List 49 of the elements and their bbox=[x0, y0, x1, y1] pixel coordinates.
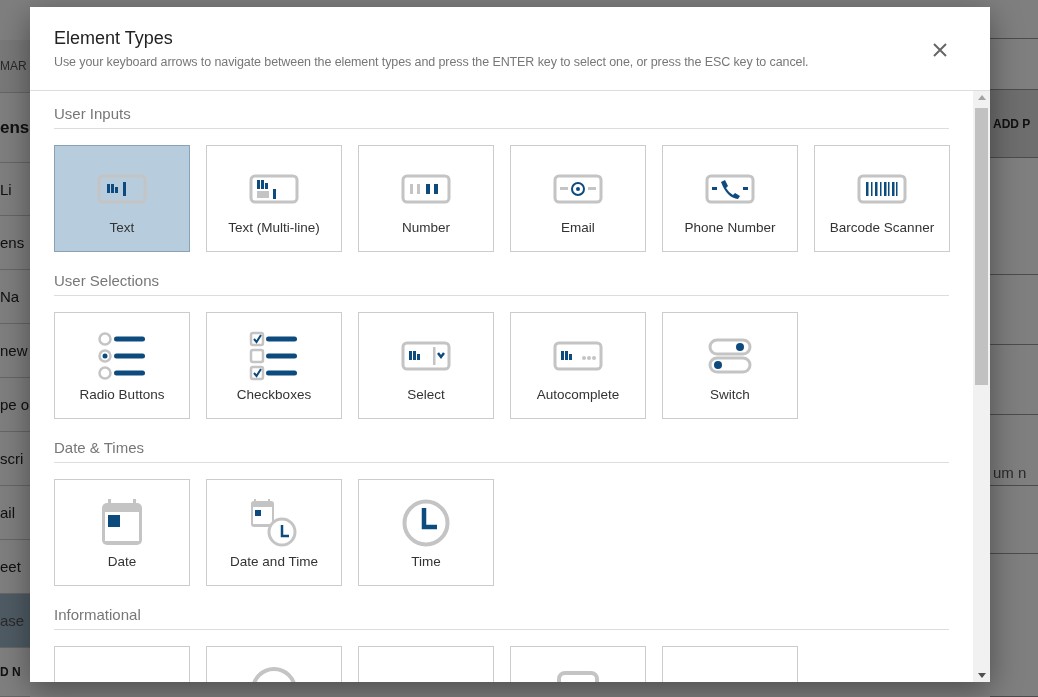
section-heading: Date & Times bbox=[54, 439, 949, 463]
field-label: ail bbox=[0, 504, 15, 521]
toggle-switch-icon bbox=[708, 338, 752, 374]
multiline-field-icon bbox=[249, 174, 299, 204]
scrollbar[interactable] bbox=[973, 91, 990, 682]
element-type-tile[interactable]: Radio Buttons bbox=[54, 312, 190, 419]
field-label: eet bbox=[0, 558, 21, 575]
element-type-tile[interactable]: Number bbox=[358, 145, 494, 252]
section-heading: User Inputs bbox=[54, 105, 949, 129]
dialog-instructions: Use your keyboard arrows to navigate between the element types and press the ENTER key to select one, or press the ESC key to cancel. bbox=[54, 55, 810, 69]
element-type-tile[interactable]: Time bbox=[358, 479, 494, 586]
calendar-icon bbox=[100, 499, 144, 547]
element-type-tile[interactable]: Barcode Scanner bbox=[814, 145, 950, 252]
clock-icon bbox=[402, 499, 450, 547]
dialog-title: Element Types bbox=[54, 28, 174, 49]
section-heading: ens bbox=[0, 117, 30, 138]
field-label: ens bbox=[0, 234, 25, 251]
field-label: new bbox=[0, 342, 28, 359]
element-type-tile[interactable]: Email bbox=[510, 145, 646, 252]
close-button[interactable] bbox=[932, 42, 948, 58]
element-type-tile[interactable]: Text bbox=[54, 145, 190, 252]
phone-field-icon bbox=[705, 174, 755, 204]
field-label: Li bbox=[0, 180, 12, 198]
element-type-tile[interactable]: Date and Time bbox=[206, 479, 342, 586]
checkbox-list-icon bbox=[249, 331, 299, 381]
element-type-tile[interactable]: Text (Multi-line) bbox=[206, 145, 342, 252]
field-label: scri bbox=[0, 450, 24, 467]
section-heading: Informational bbox=[54, 606, 949, 630]
scroll-down-icon[interactable] bbox=[977, 673, 986, 678]
element-type-tile[interactable]: Select bbox=[358, 312, 494, 419]
element-type-tile[interactable]: Checkboxes bbox=[206, 312, 342, 419]
element-type-tile[interactable]: Switch bbox=[662, 312, 798, 419]
autocomplete-field-icon bbox=[553, 341, 603, 371]
scroll-up-icon[interactable] bbox=[977, 95, 986, 100]
barcode-icon bbox=[857, 174, 907, 204]
radio-list-icon bbox=[97, 331, 147, 381]
calendar-clock-icon bbox=[250, 499, 298, 547]
add-link[interactable]: ADD P bbox=[993, 116, 1031, 131]
add-link[interactable]: D N bbox=[0, 665, 21, 679]
email-field-icon bbox=[553, 174, 603, 204]
element-type-tile[interactable]: Date bbox=[54, 479, 190, 586]
dropdown-field-icon bbox=[401, 341, 451, 371]
field-label: Na bbox=[0, 288, 20, 305]
element-type-tile[interactable]: Autocomplete bbox=[510, 312, 646, 419]
number-field-icon bbox=[401, 174, 451, 204]
section-heading: User Selections bbox=[54, 272, 949, 296]
field-label: pe o bbox=[0, 396, 30, 413]
element-type-tile[interactable]: Phone Number bbox=[662, 145, 798, 252]
text-field-icon bbox=[97, 174, 147, 204]
